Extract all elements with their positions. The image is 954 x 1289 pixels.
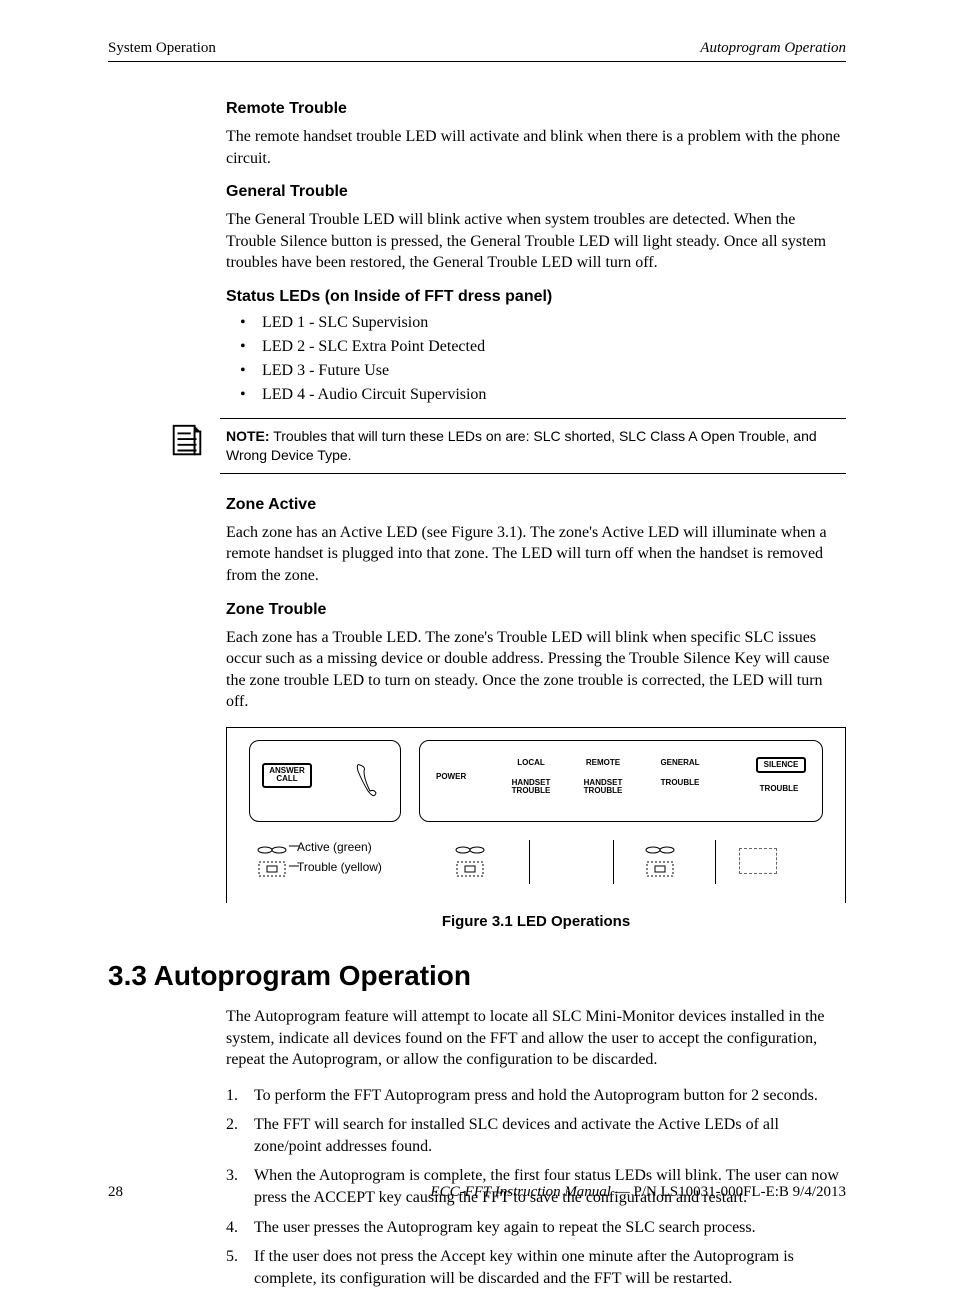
local-label-1: LOCAL — [506, 759, 556, 767]
note-label: NOTE: — [226, 428, 270, 444]
note-box: NOTE: Troubles that will turn these LEDs… — [220, 418, 846, 474]
list-item: 4.The user presses the Autoprogram key a… — [226, 1217, 846, 1239]
trouble-yellow-label: Trouble (yellow) — [297, 860, 382, 874]
para-zone-active: Each zone has an Active LED (see Figure … — [226, 522, 846, 587]
heading-zone-trouble: Zone Trouble — [226, 601, 846, 619]
silence-label-2: TROUBLE — [754, 785, 804, 793]
leader-lines — [285, 838, 299, 878]
heading-general-trouble: General Trouble — [226, 183, 846, 201]
running-header: System Operation Autoprogram Operation — [108, 40, 846, 62]
jack-placeholder — [739, 848, 777, 874]
figure-caption: Figure 3.1 LED Operations — [226, 913, 846, 930]
active-green-label: Active (green) — [297, 840, 372, 854]
list-item: LED 4 - Audio Circuit Supervision — [226, 386, 846, 404]
header-right: Autoprogram Operation — [700, 40, 846, 57]
figure-bottom-panel-2 — [419, 836, 823, 888]
local-label-2: HANDSET TROUBLE — [502, 779, 560, 796]
footer-right: ECC-FFT Instruction Manual — P/N LS10031… — [430, 1184, 846, 1201]
remote-label-2: HANDSET TROUBLE — [574, 779, 632, 796]
handset-icon — [354, 761, 380, 801]
divider — [613, 840, 614, 884]
para-general-trouble: The General Trouble LED will blink activ… — [226, 209, 846, 274]
jack-icon — [255, 842, 289, 882]
page-number: 28 — [108, 1184, 123, 1201]
heading-remote-trouble: Remote Trouble — [226, 100, 846, 118]
jack-icon — [643, 842, 677, 882]
divider — [715, 840, 716, 884]
remote-label-1: REMOTE — [578, 759, 628, 767]
general-label-1: GENERAL — [652, 759, 708, 767]
silence-button: SILENCE — [756, 757, 806, 773]
list-item: 5.If the user does not press the Accept … — [226, 1246, 846, 1289]
heading-status-leds: Status LEDs (on Inside of FFT dress pane… — [226, 288, 846, 306]
heading-zone-active: Zone Active — [226, 496, 846, 514]
jack-icon — [453, 842, 487, 882]
power-label: POWER — [436, 773, 466, 781]
figure-bottom-panel-1: Active (green) Trouble (yellow) — [249, 836, 401, 888]
running-footer: 28 ECC-FFT Instruction Manual — P/N LS10… — [108, 1184, 846, 1201]
list-item: 2.The FFT will search for installed SLC … — [226, 1114, 846, 1157]
para-autoprogram-intro: The Autoprogram feature will attempt to … — [226, 1006, 846, 1071]
answer-call-button: ANSWER CALL — [262, 763, 312, 788]
para-zone-trouble: Each zone has a Trouble LED. The zone's … — [226, 627, 846, 713]
list-item: LED 2 - SLC Extra Point Detected — [226, 338, 846, 356]
list-item: LED 1 - SLC Supervision — [226, 314, 846, 332]
list-item: 1.To perform the FFT Autoprogram press a… — [226, 1085, 846, 1107]
note-icon — [168, 422, 206, 460]
figure-panel-answer: ANSWER CALL — [249, 740, 401, 822]
para-remote-trouble: The remote handset trouble LED will acti… — [226, 126, 846, 169]
divider — [529, 840, 530, 884]
list-item: LED 3 - Future Use — [226, 362, 846, 380]
figure-panel-status: POWER LOCAL HANDSET TROUBLE REMOTE HANDS… — [419, 740, 823, 822]
figure-led-operations: ANSWER CALL POWER LOCAL HANDSET TROUBLE … — [226, 727, 846, 903]
note-text: Troubles that will turn these LEDs on ar… — [226, 428, 817, 463]
general-label-2: TROUBLE — [652, 779, 708, 787]
heading-autoprogram: 3.3 Autoprogram Operation — [108, 960, 846, 992]
header-left: System Operation — [108, 40, 216, 57]
status-led-list: LED 1 - SLC Supervision LED 2 - SLC Extr… — [226, 314, 846, 404]
